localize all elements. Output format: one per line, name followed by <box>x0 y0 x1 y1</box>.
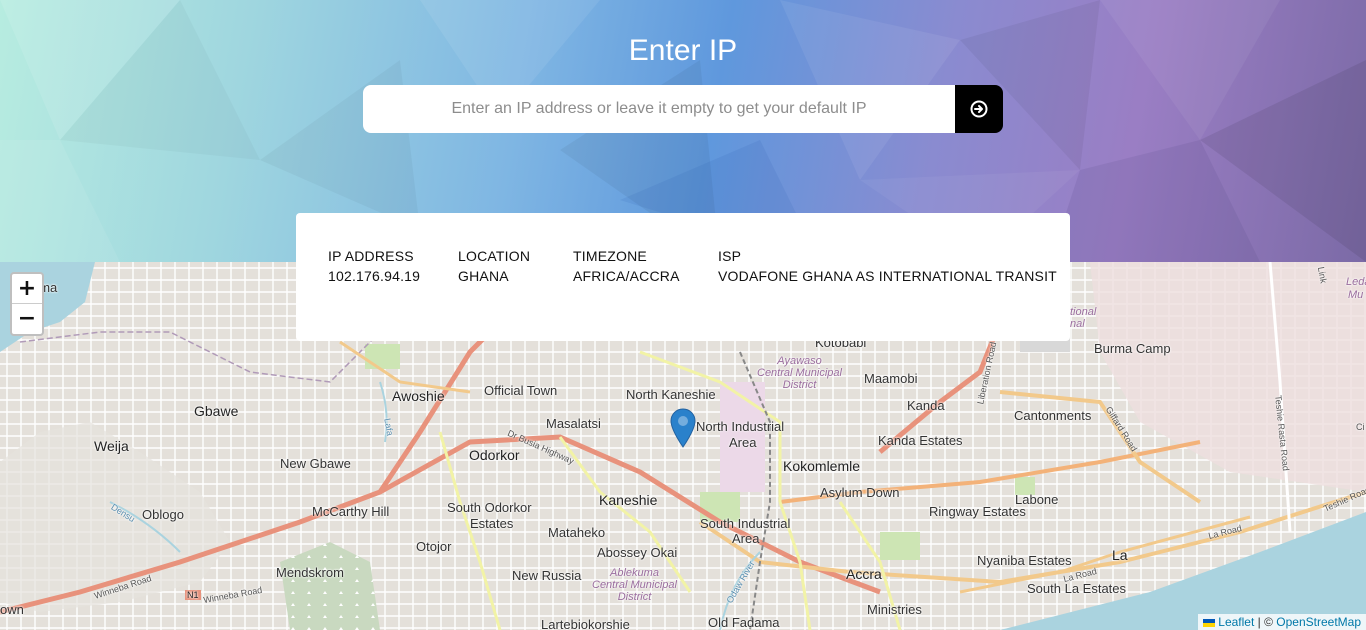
timezone-label: TIMEZONE <box>573 248 647 264</box>
district-label: nal <box>1070 318 1085 330</box>
map-label: Masalatsi <box>546 416 601 431</box>
map-label: Kaneshie <box>599 492 658 508</box>
ip-address-value: 102.176.94.19 <box>328 268 421 284</box>
map-label: Old Fadama <box>708 615 780 630</box>
ip-search-input[interactable] <box>363 85 955 133</box>
map-label: New Gbawe <box>280 456 351 471</box>
openstreetmap-link[interactable]: OpenStreetMap <box>1276 615 1361 629</box>
map-label: Otojor <box>416 539 452 554</box>
district-label: Mu <box>1348 289 1364 301</box>
map-label: own <box>0 602 24 617</box>
map-label: La <box>1112 547 1128 563</box>
district-label: tional <box>1070 306 1097 318</box>
map-label: Accra <box>846 566 882 582</box>
ip-address-label: IP ADDRESS <box>328 248 414 264</box>
ip-info-card: IP ADDRESS 102.176.94.19 LOCATION GHANA … <box>296 213 1070 341</box>
map-label: North Kaneshie <box>626 387 716 402</box>
location-block: LOCATION GHANA <box>458 246 573 341</box>
map-label: Abossey Okai <box>597 545 678 560</box>
location-marker-icon[interactable] <box>670 408 696 448</box>
map-label: Odorkor <box>469 447 520 463</box>
map-label: McCarthy Hill <box>312 504 390 519</box>
map-label: Kokomlemle <box>783 458 861 474</box>
map-label: Ringway Estates <box>929 504 1026 519</box>
map-label: Maamobi <box>864 371 918 386</box>
isp-value: VODAFONE GHANA AS INTERNATIONAL TRANSIT <box>718 268 1057 284</box>
arrow-right-circle-icon <box>970 100 988 118</box>
map-label: Awoshie <box>392 388 445 404</box>
road-shield: N1 <box>185 590 201 600</box>
map-label: Labone <box>1015 492 1059 507</box>
isp-label: ISP <box>718 248 742 264</box>
map-label: Lartebiokorshie <box>541 617 630 630</box>
map-label: Ministries <box>867 602 922 617</box>
map-label: Kanda <box>907 398 945 413</box>
map-label: Mendskrom <box>276 565 344 580</box>
location-label: LOCATION <box>458 248 531 264</box>
leaflet-link[interactable]: Leaflet <box>1218 615 1254 629</box>
map-label: Cantonments <box>1014 408 1092 423</box>
map-label: Area <box>729 435 757 450</box>
zoom-out-button[interactable]: − <box>12 304 42 334</box>
ip-search-form <box>363 85 1003 133</box>
attribution-separator: | © <box>1254 615 1277 629</box>
map-label: Asylum Down <box>820 485 900 500</box>
submit-button[interactable] <box>955 85 1003 133</box>
map-label: Estates <box>470 516 514 531</box>
map-label: Nyaniba Estates <box>977 553 1072 568</box>
map-label: Burma Camp <box>1094 341 1171 356</box>
map-label: Weija <box>94 438 129 454</box>
ukraine-flag-icon <box>1203 618 1216 627</box>
zoom-control: + − <box>10 272 44 336</box>
isp-block: ISP VODAFONE GHANA AS INTERNATIONAL TRAN… <box>718 246 1058 341</box>
location-value: GHANA <box>458 268 509 284</box>
district-label: Ayawaso Central Municipal District <box>757 355 842 391</box>
page-title: Enter IP <box>628 34 738 67</box>
map-label: New Russia <box>512 568 582 583</box>
map-attribution: Leaflet | © OpenStreetMap <box>1198 614 1366 630</box>
map-label: Kanda Estates <box>878 433 963 448</box>
timezone-value: AFRICA/ACCRA <box>573 268 680 284</box>
map-label: South Industrial <box>700 516 791 531</box>
map-label: Area <box>732 531 760 546</box>
zoom-in-button[interactable]: + <box>12 274 42 304</box>
ip-address-block: IP ADDRESS 102.176.94.19 <box>328 246 458 341</box>
timezone-block: TIMEZONE AFRICA/ACCRA <box>573 246 718 341</box>
map-label: North Industrial <box>696 419 785 434</box>
district-label: Ablekuma Central Municipal District <box>592 567 677 603</box>
map-label: Official Town <box>484 383 558 398</box>
map-label: Gbawe <box>194 403 239 419</box>
district-label: Leda <box>1346 276 1366 288</box>
map-label: Oblogo <box>142 507 184 522</box>
map-label: South La Estates <box>1027 581 1127 596</box>
map-label: Mataheko <box>548 525 606 540</box>
road-label: Ci <box>1356 422 1365 432</box>
map-label: South Odorkor <box>447 500 532 515</box>
